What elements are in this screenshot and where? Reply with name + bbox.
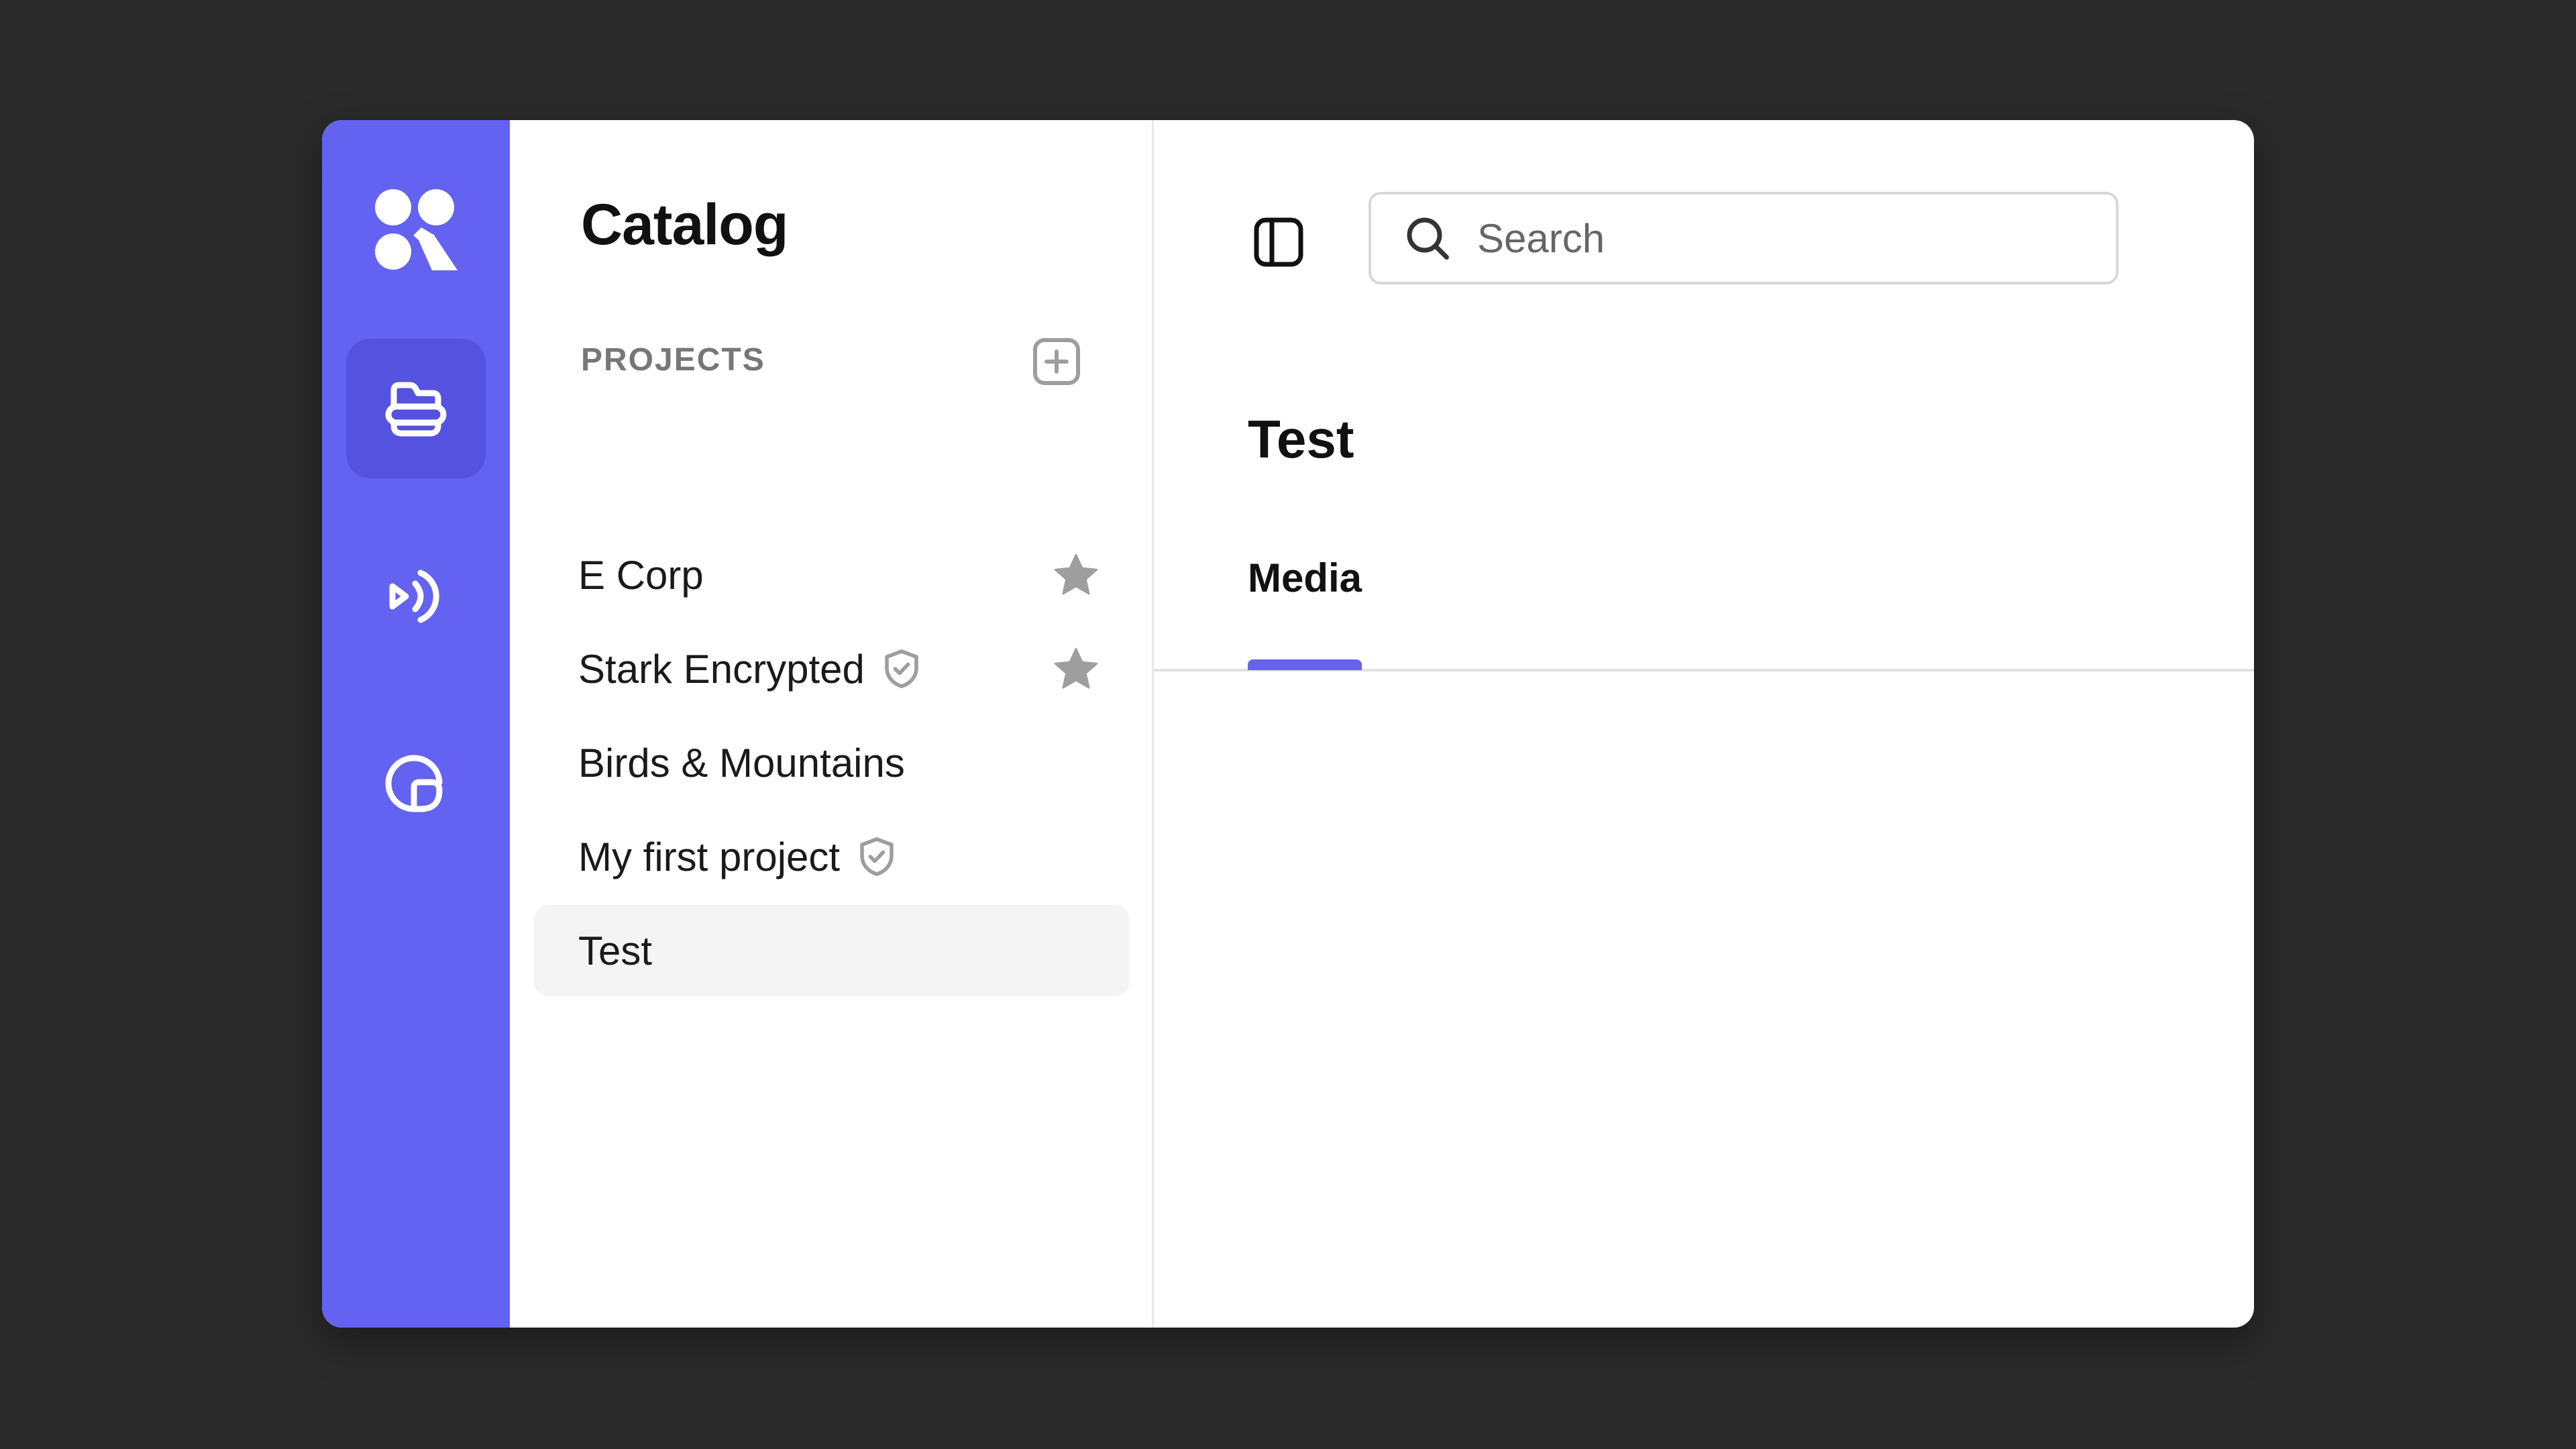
tab-media[interactable]: Media xyxy=(1248,555,1362,601)
navigation-rail xyxy=(322,120,510,1328)
app-logo-icon[interactable] xyxy=(373,187,459,273)
project-name: Stark Encrypted xyxy=(578,646,865,692)
project-item-birds-mountains[interactable]: Birds & Mountains xyxy=(534,717,1130,808)
project-name: Test xyxy=(578,928,653,973)
shield-check-icon xyxy=(855,835,899,879)
search-field[interactable] xyxy=(1368,192,2118,284)
rail-item-broadcast[interactable] xyxy=(346,527,486,666)
search-input[interactable] xyxy=(1476,214,2082,262)
pie-chart-icon xyxy=(385,755,443,812)
sidebar-toggle-button[interactable] xyxy=(1245,209,1312,276)
active-tab-indicator xyxy=(1248,659,1362,670)
star-icon[interactable] xyxy=(1051,644,1102,695)
project-item-e-corp[interactable]: E Corp xyxy=(534,529,1130,621)
add-project-button[interactable] xyxy=(1032,337,1081,386)
projects-section-label: PROJECTS xyxy=(581,342,765,378)
project-item-test[interactable]: Test xyxy=(534,905,1130,996)
project-item-stark-encrypted[interactable]: Stark Encrypted xyxy=(534,623,1130,714)
star-icon[interactable] xyxy=(1051,550,1102,601)
page-title: Test xyxy=(1248,409,1354,469)
folder-stack-icon xyxy=(385,382,447,437)
sidebar-toggle-icon xyxy=(1254,217,1303,267)
shield-check-icon xyxy=(879,647,924,691)
rail-item-catalog[interactable] xyxy=(346,339,486,478)
plus-square-icon xyxy=(1033,338,1080,385)
broadcast-icon xyxy=(389,570,439,623)
search-icon xyxy=(1407,217,1449,260)
project-name: My first project xyxy=(578,834,841,879)
main-panel: Test Media xyxy=(1154,120,2254,1328)
catalog-panel: Catalog PROJECTS E Corp Stark Encrypted xyxy=(510,120,1154,1328)
app-window: Catalog PROJECTS E Corp Stark Encrypted xyxy=(322,120,2254,1328)
project-name: E Corp xyxy=(578,552,704,598)
project-item-my-first-project[interactable]: My first project xyxy=(534,811,1130,902)
catalog-title: Catalog xyxy=(581,193,788,257)
rail-item-analytics[interactable] xyxy=(346,714,486,854)
project-name: Birds & Mountains xyxy=(578,740,905,786)
